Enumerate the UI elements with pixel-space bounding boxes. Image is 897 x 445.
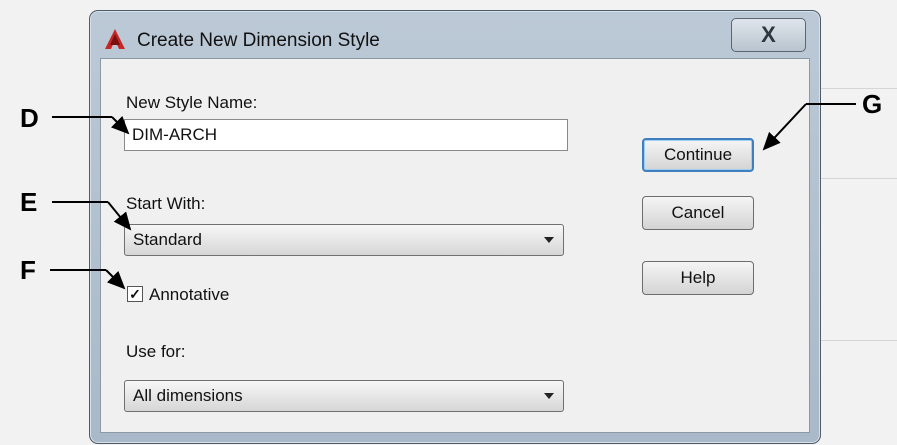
leader-line-f-arrow	[105, 269, 126, 290]
leader-line-g-arrow	[762, 103, 807, 151]
leader-line-d-arrow	[111, 116, 130, 135]
leader-line-e-arrow	[107, 201, 132, 231]
callout-leaders	[50, 103, 856, 290]
